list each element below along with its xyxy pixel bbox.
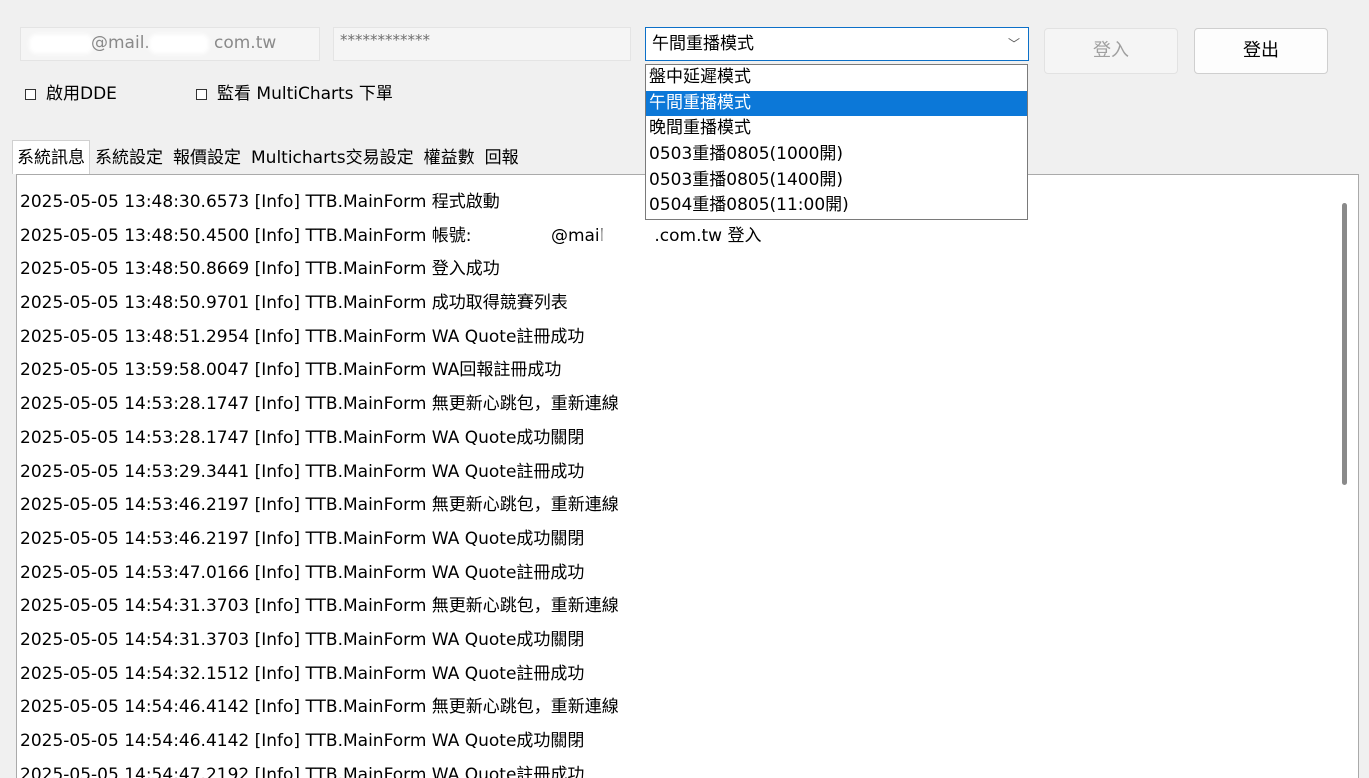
multicharts-checkbox-label: 監看 MultiCharts 下單 bbox=[217, 84, 393, 104]
mode-option[interactable]: 0503重播0805(1000開) bbox=[646, 142, 1027, 168]
login-button[interactable]: 登入 bbox=[1044, 28, 1178, 74]
tab-quote-settings[interactable]: 報價設定 bbox=[168, 140, 246, 174]
account-domain-suffix: com.tw bbox=[214, 33, 277, 53]
log-line: 2025-05-05 14:53:46.2197 [Info] TTB.Main… bbox=[20, 495, 619, 516]
chevron-down-icon[interactable]: ﹀ bbox=[1008, 28, 1020, 60]
account-field[interactable]: @mail. com.tw bbox=[20, 27, 320, 61]
log-line: 2025-05-05 14:53:28.1747 [Info] TTB.Main… bbox=[20, 427, 585, 448]
redacted-account-domain bbox=[604, 226, 655, 245]
account-login-text: .com.tw 登入 bbox=[654, 225, 762, 246]
log-line: 2025-05-05 14:54:32.1512 [Info] TTB.Main… bbox=[20, 663, 585, 684]
log-line: 2025-05-05 13:59:58.0047 [Info] TTB.Main… bbox=[20, 360, 562, 381]
log-line: 2025-05-05 14:53:28.1747 [Info] TTB.Main… bbox=[20, 394, 619, 415]
account-mail-text: @mail bbox=[550, 225, 605, 246]
redacted-account-name bbox=[29, 34, 93, 54]
tab-system-messages[interactable]: 系統訊息 bbox=[12, 140, 90, 174]
multicharts-checkbox[interactable]: 監看 MultiCharts 下單 bbox=[196, 82, 393, 106]
log-line: 2025-05-05 14:53:29.3441 [Info] TTB.Main… bbox=[20, 461, 585, 482]
tab-equity[interactable]: 權益數 bbox=[419, 140, 480, 174]
mode-option[interactable]: 0503重播0805(1400開) bbox=[646, 168, 1027, 194]
tab-multicharts-trading[interactable]: Multicharts交易設定 bbox=[246, 140, 419, 174]
checkbox-icon[interactable] bbox=[25, 88, 36, 100]
mode-option[interactable]: 0504重播0805(11:00開) bbox=[646, 193, 1027, 219]
mode-select[interactable]: 午間重播模式 ﹀ bbox=[645, 27, 1029, 61]
account-domain-prefix: @mail. bbox=[91, 33, 150, 53]
log-line-account: 2025-05-05 13:48:50.4500 [Info] TTB.Main… bbox=[20, 220, 761, 254]
checkbox-icon[interactable] bbox=[196, 88, 207, 100]
dde-checkbox-label: 啟用DDE bbox=[46, 84, 117, 104]
log-panel[interactable]: 2025-05-05 13:48:30.6573 [Info] TTB.Main… bbox=[16, 174, 1359, 778]
log-line: 2025-05-05 14:54:46.4142 [Info] TTB.Main… bbox=[20, 731, 585, 751]
mode-option[interactable]: 晚間重播模式 bbox=[646, 116, 1027, 142]
logout-button[interactable]: 登出 bbox=[1194, 28, 1328, 74]
mode-option[interactable]: 盤中延遲模式 bbox=[646, 65, 1027, 91]
main-window: @mail. com.tw ************ 午間重播模式 ﹀ 盤中延遲… bbox=[0, 0, 1369, 778]
dde-checkbox[interactable]: 啟用DDE bbox=[25, 82, 117, 106]
log-line: 2025-05-05 13:48:50.8669 [Info] TTB.Main… bbox=[20, 259, 500, 280]
log-line: 2025-05-05 13:48:50.9701 [Info] TTB.Main… bbox=[20, 293, 568, 314]
log-line: 2025-05-05 14:53:46.2197 [Info] TTB.Main… bbox=[20, 528, 585, 549]
log-line-text: 2025-05-05 13:48:50.4500 [Info] TTB.Main… bbox=[20, 225, 472, 246]
log-lines: 2025-05-05 13:48:30.6573 [Info] TTB.Main… bbox=[20, 186, 761, 778]
log-line: 2025-05-05 13:48:51.2954 [Info] TTB.Main… bbox=[20, 326, 585, 347]
tab-report[interactable]: 回報 bbox=[480, 140, 524, 174]
log-line: 2025-05-05 14:54:31.3703 [Info] TTB.Main… bbox=[20, 629, 585, 650]
tab-strip: 系統訊息 系統設定 報價設定 Multicharts交易設定 權益數 回報 bbox=[12, 140, 524, 174]
log-line: 2025-05-05 14:54:47.2192 [Info] TTB.Main… bbox=[20, 764, 585, 778]
mode-select-value: 午間重播模式 bbox=[652, 34, 754, 54]
tab-system-settings[interactable]: 系統設定 bbox=[90, 140, 168, 174]
log-line: 2025-05-05 14:54:31.3703 [Info] TTB.Main… bbox=[20, 596, 619, 617]
redacted-account-domain bbox=[149, 34, 209, 54]
mode-dropdown-list: 盤中延遲模式 午間重播模式 晚間重播模式 0503重播0805(1000開) 0… bbox=[645, 64, 1028, 220]
mode-option-selected[interactable]: 午間重播模式 bbox=[646, 90, 1027, 117]
log-line: 2025-05-05 14:53:47.0166 [Info] TTB.Main… bbox=[20, 562, 585, 583]
scrollbar[interactable] bbox=[1342, 203, 1347, 485]
log-line: 2025-05-05 14:54:46.4142 [Info] TTB.Main… bbox=[20, 697, 619, 718]
redacted-account-name bbox=[476, 226, 551, 245]
password-field[interactable]: ************ bbox=[333, 27, 631, 61]
